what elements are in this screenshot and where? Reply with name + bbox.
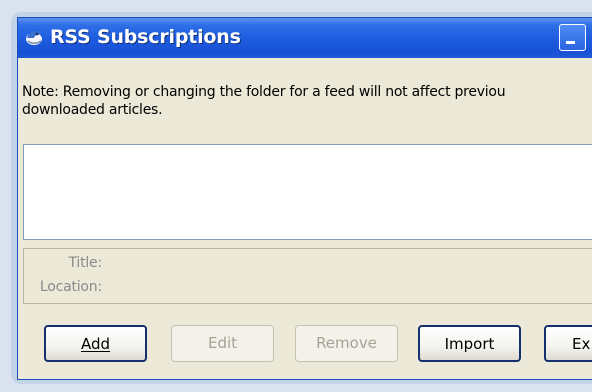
note-line-2: downloaded articles. (22, 102, 163, 118)
feed-list[interactable] (23, 144, 592, 240)
export-button[interactable]: Ex (544, 325, 592, 362)
location-label: Location: (39, 279, 102, 295)
minimize-icon (566, 41, 575, 44)
feed-details-group: Title: Location: (23, 248, 592, 304)
remove-button-label: Remove (316, 334, 377, 352)
import-button[interactable]: Import (418, 325, 521, 362)
thunderbird-app-icon (26, 30, 42, 45)
add-button-label: Add (80, 335, 111, 353)
minimize-button[interactable] (559, 24, 586, 51)
title-label: Title: (68, 255, 102, 271)
title-bar[interactable]: RSS Subscriptions (18, 18, 592, 58)
note-line-1: Note: Removing or changing the folder fo… (22, 84, 506, 100)
export-button-label: Ex (572, 335, 591, 353)
note-text: Note: Removing or changing the folder fo… (22, 83, 582, 119)
edit-button[interactable]: Edit (171, 325, 274, 362)
add-button[interactable]: Add (44, 325, 147, 362)
import-button-label: Import (444, 335, 495, 353)
edit-button-label: Edit (207, 334, 238, 352)
rss-subscriptions-dialog: RSS Subscriptions Note: Removing or chan… (17, 17, 592, 380)
remove-button[interactable]: Remove (295, 325, 398, 362)
window-title: RSS Subscriptions (50, 26, 241, 48)
